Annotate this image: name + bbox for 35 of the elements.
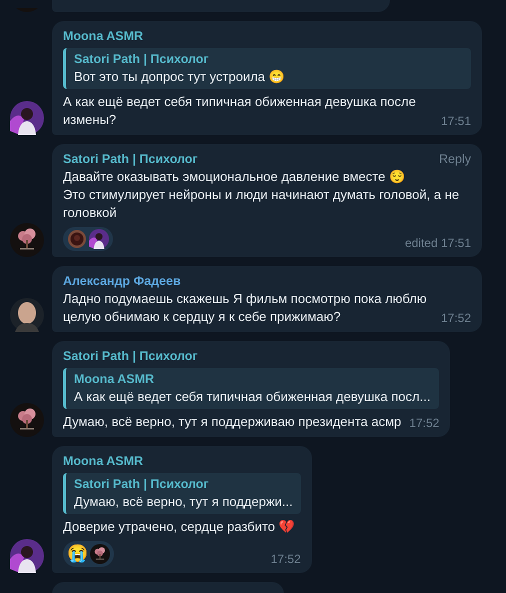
quoted-sender: Moona ASMR <box>74 371 156 388</box>
avatar <box>90 544 110 564</box>
sender-name[interactable]: Satori Path | Психолог <box>63 151 198 168</box>
avatar <box>10 539 44 573</box>
message-time: 17:52 <box>409 415 440 431</box>
message-text: Доверие утрачено, сердце разбито 💔 <box>63 518 296 536</box>
reaction-button[interactable]: 😭 <box>63 541 114 567</box>
message-text: Думаю, всё верно, тут я поддерживаю президента асмр <box>63 413 402 431</box>
message-time: edited 17:51 <box>404 235 471 251</box>
message-time: 17:52 <box>440 310 471 326</box>
quoted-sender: Satori Path | Психолог <box>74 476 210 493</box>
avatar <box>10 101 44 135</box>
avatar <box>10 223 44 257</box>
reply-quote[interactable]: Satori Path | Психолог Думаю, всё верно, тут я поддержи... <box>63 473 301 514</box>
quoted-text: Вот это ты допрос тут устроила 😁 <box>74 68 286 86</box>
avatar <box>10 298 44 332</box>
avatar <box>10 403 44 437</box>
sender-name[interactable]: Moona ASMR <box>63 28 144 45</box>
quoted-text: А как ещё ведет себя типичная обиженная девушка посл... <box>74 388 432 406</box>
donut-icon <box>67 229 87 249</box>
message-text: Ладно подумаешь скажешь Я фильм посмотрю пока люблю целую обнимаю к сердцу я к себе прижимаю? <box>63 290 428 326</box>
reply-button[interactable]: Reply <box>439 152 471 166</box>
reaction-button[interactable] <box>63 227 113 251</box>
avatar <box>89 229 109 249</box>
sender-name[interactable]: Александр Фадеев <box>63 273 181 290</box>
reply-quote[interactable]: Moona ASMR А как ещё ведет себя типичная обиженная девушка посл... <box>63 368 440 409</box>
quoted-text: Думаю, всё верно, тут я поддержи... <box>74 493 293 511</box>
quoted-sender: Satori Path | Психолог <box>74 51 210 68</box>
message-time: 17:51 <box>440 113 471 129</box>
reply-quote[interactable]: Satori Path | Психолог Вот это ты допрос тут устроила 😁 <box>63 48 471 89</box>
sender-name[interactable]: Moona ASMR <box>63 453 144 470</box>
message-text: А как ещё ведет себя типичная обиженная девушка после измены? <box>63 93 417 129</box>
message-time: 17:52 <box>270 551 301 567</box>
message-text: Давайте оказывать эмоциональное давление вместе 😌 Это стимулирует нейроны и люди начинают думать головой, а не головкой <box>63 168 460 222</box>
sender-name[interactable]: Satori Path | Психолог <box>63 348 198 365</box>
